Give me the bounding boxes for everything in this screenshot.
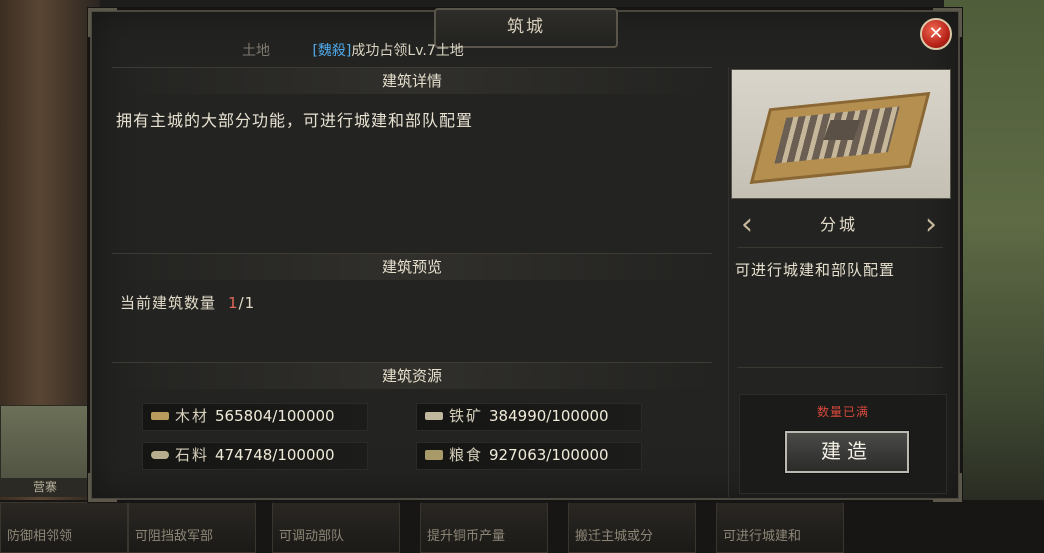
- background-card: 可调动部队: [272, 502, 400, 553]
- background-thumb-label: 营寨: [1, 478, 89, 496]
- grain-icon: [425, 449, 443, 460]
- background-card: 搬迁主城或分: [568, 502, 696, 553]
- stone-icon: [151, 450, 169, 459]
- divider: [737, 247, 943, 248]
- building-count-label: 当前建筑数量: [120, 294, 217, 312]
- resource-name: 木材: [175, 407, 210, 425]
- divider: [737, 367, 943, 368]
- build-button[interactable]: 建造: [785, 431, 909, 473]
- quantity-full-status: 数量已满: [816, 405, 869, 419]
- resource-wood: 木材 565804/100000: [142, 403, 368, 431]
- background-card: 可进行城建和: [716, 502, 844, 553]
- preview-header: 建筑预览: [112, 253, 712, 280]
- resource-value: 565804/100000: [215, 407, 335, 425]
- resource-value: 927063/100000: [489, 446, 609, 464]
- building-count-current: 1: [228, 294, 239, 312]
- prev-arrow-icon[interactable]: ‹: [737, 207, 757, 243]
- details-description: 拥有主城的大部分功能，可进行城建和部队配置: [116, 111, 474, 130]
- frame-corner: [88, 8, 117, 37]
- alliance-tag: [魏殺]: [312, 43, 352, 59]
- notice-message: 成功占领Lv.7土地: [351, 43, 464, 59]
- resource-value: 474748/100000: [215, 446, 335, 464]
- notice-dim-text: 土地: [242, 43, 270, 59]
- iron-icon: [425, 411, 443, 420]
- background-card: 可阻挡敌军部: [128, 502, 256, 553]
- next-arrow-icon[interactable]: ›: [921, 207, 941, 243]
- resource-name: 铁矿: [449, 407, 484, 425]
- wood-icon: [151, 411, 169, 420]
- city-preview-image: [731, 69, 951, 199]
- details-header: 建筑详情: [112, 67, 712, 94]
- resources-header: 建筑资源: [112, 362, 712, 389]
- resource-grain: 粮食 927063/100000: [416, 442, 642, 470]
- resource-stone: 石料 474748/100000: [142, 442, 368, 470]
- info-panel: 建筑详情 拥有主城的大部分功能，可进行城建和部队配置 建筑预览 当前建筑数量 1/…: [112, 67, 712, 497]
- building-name: 分城: [819, 215, 858, 234]
- build-action-box: 数量已满 建造: [739, 394, 947, 494]
- build-city-dialog: 筑城 ✕ 土地 [魏殺]成功占领Lv.7土地 建筑详情 拥有主城的大部分功能，可…: [88, 8, 962, 502]
- resource-iron: 铁矿 384990/100000: [416, 403, 642, 431]
- resource-value: 384990/100000: [489, 407, 609, 425]
- close-icon[interactable]: ✕: [920, 18, 952, 50]
- building-count-row: 当前建筑数量 1/1: [120, 292, 255, 313]
- notice-ticker: 土地 [魏殺]成功占领Lv.7土地: [242, 40, 464, 60]
- building-panel: ‹ 分城 › 可进行城建和部队配置 数量已满 建造: [728, 67, 951, 497]
- background-card: 提升铜币产量: [420, 502, 548, 553]
- building-description: 可进行城建和部队配置: [735, 261, 896, 279]
- resource-name: 石料: [175, 446, 210, 464]
- resource-name: 粮食: [449, 446, 484, 464]
- building-count-total: /1: [238, 294, 256, 312]
- background-building-thumb: 营寨: [0, 405, 90, 497]
- background-card: 防御相邻领: [0, 502, 128, 553]
